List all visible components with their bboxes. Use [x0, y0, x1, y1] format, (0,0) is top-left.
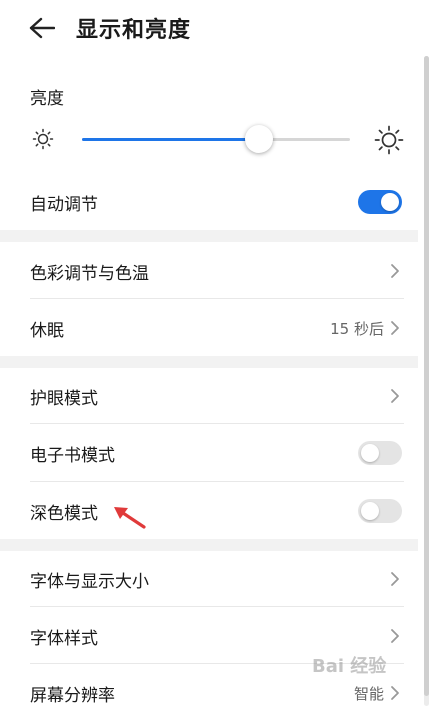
eye-comfort-label: 护眼模式	[30, 388, 98, 409]
scrollbar[interactable]	[424, 56, 429, 706]
auto-adjust-toggle[interactable]	[358, 190, 402, 214]
color-temperature-label: 色彩调节与色温	[30, 263, 149, 284]
eye-comfort-row[interactable]: 护眼模式	[0, 367, 418, 425]
chevron-right-icon	[390, 388, 400, 404]
chevron-right-icon	[390, 263, 400, 279]
auto-adjust-label: 自动调节	[30, 194, 98, 215]
back-arrow-icon	[29, 17, 55, 39]
sleep-value: 15 秒后	[330, 319, 384, 338]
page-title: 显示和亮度	[76, 18, 192, 43]
font-display-size-row[interactable]: 字体与显示大小	[0, 550, 418, 608]
ebook-mode-toggle[interactable]	[358, 441, 402, 465]
brightness-label: 亮度	[30, 89, 64, 109]
chevron-right-icon	[390, 571, 400, 587]
back-button[interactable]	[28, 14, 56, 42]
color-temperature-row[interactable]: 色彩调节与色温	[0, 242, 418, 300]
brightness-slider-thumb[interactable]	[244, 125, 273, 153]
brightness-slider[interactable]	[82, 125, 350, 153]
ebook-mode-row[interactable]: 电子书模式	[0, 424, 418, 482]
dark-mode-toggle[interactable]	[358, 499, 402, 523]
sun-small-icon	[32, 128, 54, 150]
section-gap	[0, 230, 418, 242]
scrollbar-thumb[interactable]	[424, 56, 429, 696]
screen-resolution-value: 智能	[353, 684, 384, 703]
brightness-slider-fill	[82, 138, 259, 141]
sleep-label: 休眠	[30, 320, 64, 341]
chevron-right-icon	[390, 628, 400, 644]
ebook-mode-label: 电子书模式	[30, 445, 115, 466]
header: 显示和亮度	[0, 0, 432, 56]
dark-mode-row[interactable]: 深色模式	[0, 482, 418, 540]
auto-adjust-row[interactable]: 自动调节	[0, 173, 418, 231]
watermark: Bai 经验	[312, 656, 387, 677]
screen-resolution-label: 屏幕分辨率	[30, 685, 115, 706]
chevron-right-icon	[390, 685, 400, 701]
sleep-row[interactable]: 休眠 15 秒后	[0, 299, 418, 357]
sun-large-icon	[374, 125, 404, 155]
brightness-control	[0, 120, 432, 160]
annotation-arrow-icon	[114, 507, 146, 529]
font-style-label: 字体样式	[30, 628, 98, 649]
font-display-size-label: 字体与显示大小	[30, 571, 149, 592]
dark-mode-label: 深色模式	[30, 503, 98, 524]
chevron-right-icon	[390, 320, 400, 336]
